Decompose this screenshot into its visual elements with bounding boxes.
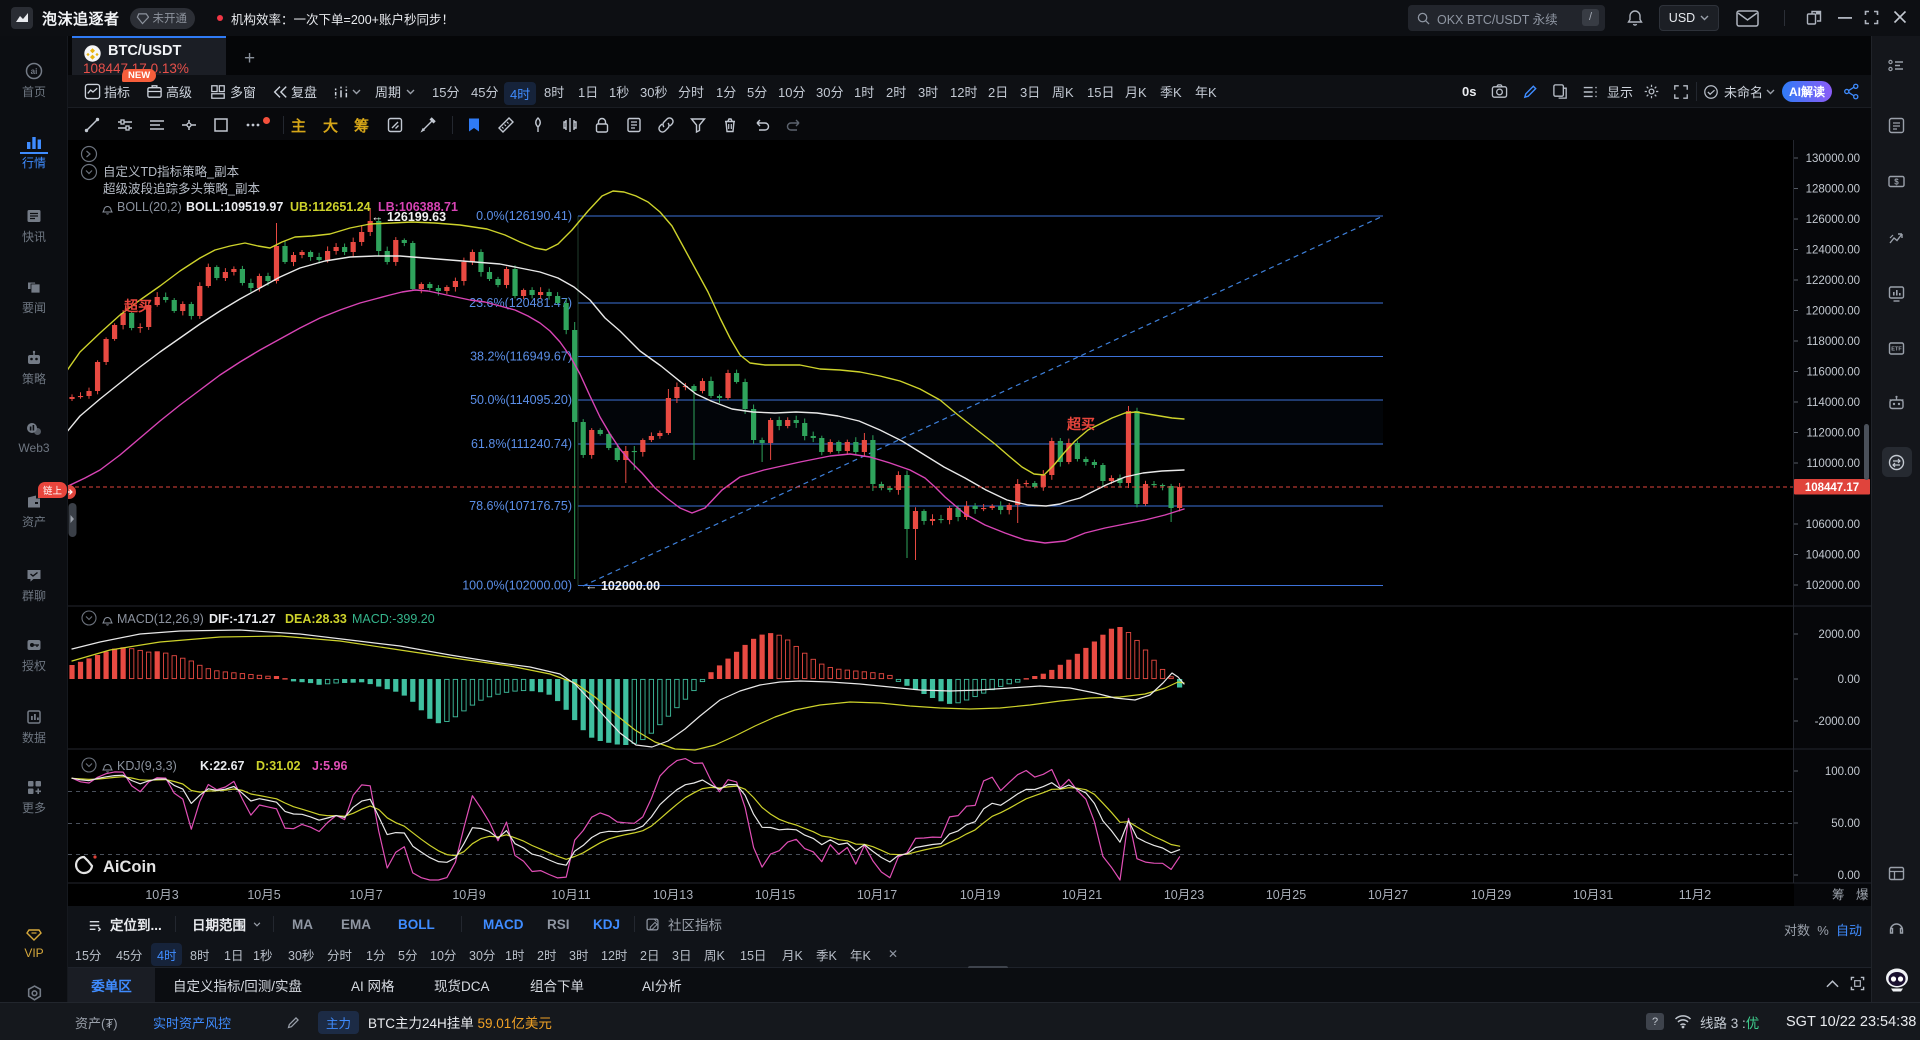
svg-text:筹: 筹	[1832, 887, 1845, 902]
svg-text:120000.00: 120000.00	[1806, 306, 1860, 318]
svg-text:10月29: 10月29	[1471, 888, 1511, 902]
svg-text:超买: 超买	[123, 298, 152, 314]
svg-text:110000.00: 110000.00	[1806, 458, 1860, 470]
svg-text:10月27: 10月27	[1368, 888, 1408, 902]
svg-text:BOLL(20,2): BOLL(20,2)	[117, 200, 182, 214]
svg-text:BOLL:109519.97: BOLL:109519.97	[186, 200, 283, 214]
svg-text:10月19: 10月19	[960, 888, 1000, 902]
svg-text:10月23: 10月23	[1164, 888, 1204, 902]
svg-text:38.2%(116949.67): 38.2%(116949.67)	[470, 350, 572, 364]
svg-text:10月3: 10月3	[145, 888, 178, 902]
svg-text:10月21: 10月21	[1062, 888, 1102, 902]
svg-text:0.00: 0.00	[1838, 870, 1860, 882]
svg-text:10月31: 10月31	[1573, 888, 1613, 902]
svg-text:MACD:-399.20: MACD:-399.20	[352, 612, 435, 626]
svg-text:10月25: 10月25	[1266, 888, 1306, 902]
svg-text:10月9: 10月9	[452, 888, 485, 902]
svg-text:LB:106388.71: LB:106388.71	[378, 200, 458, 214]
svg-text:UB:112651.24: UB:112651.24	[290, 200, 371, 214]
svg-text:11月2: 11月2	[1679, 888, 1711, 902]
svg-text:D:31.02: D:31.02	[256, 759, 301, 773]
svg-text:124000.00: 124000.00	[1806, 245, 1860, 257]
svg-text:爆: 爆	[1856, 888, 1869, 902]
svg-text:J:5.96: J:5.96	[312, 759, 347, 773]
svg-text:106000.00: 106000.00	[1806, 519, 1860, 531]
svg-text:超级波段追踪多头策略_副本: 超级波段追踪多头策略_副本	[103, 181, 260, 196]
svg-text:128000.00: 128000.00	[1806, 184, 1860, 196]
svg-text:自定义TD指标策略_副本: 自定义TD指标策略_副本	[103, 164, 240, 179]
svg-text:116000.00: 116000.00	[1806, 367, 1860, 379]
svg-text:100.00: 100.00	[1825, 766, 1860, 778]
svg-text:DEA:28.33: DEA:28.33	[285, 612, 347, 626]
svg-text:78.6%(107176.75): 78.6%(107176.75)	[469, 499, 572, 513]
svg-text:ai: ai	[31, 67, 38, 76]
svg-text:DIF:-171.27: DIF:-171.27	[209, 612, 276, 626]
svg-text:0.00: 0.00	[1838, 674, 1860, 686]
svg-text:126000.00: 126000.00	[1806, 214, 1860, 226]
svg-text:122000.00: 122000.00	[1806, 275, 1860, 287]
svg-text:104000.00: 104000.00	[1806, 550, 1860, 562]
svg-text:K:22.67: K:22.67	[200, 759, 245, 773]
svg-text:118000.00: 118000.00	[1806, 336, 1860, 348]
svg-text:10月15: 10月15	[755, 888, 795, 902]
svg-text:130000.00: 130000.00	[1806, 153, 1860, 165]
svg-text:超买: 超买	[1066, 416, 1095, 432]
svg-text:61.8%(111240.74): 61.8%(111240.74)	[471, 437, 572, 451]
svg-text:KDJ(9,3,3): KDJ(9,3,3)	[117, 759, 177, 773]
svg-text:10月11: 10月11	[551, 888, 590, 902]
svg-text:10月13: 10月13	[653, 888, 693, 902]
svg-text:MACD(12,26,9): MACD(12,26,9)	[117, 612, 204, 626]
svg-text:50.00: 50.00	[1831, 818, 1860, 830]
svg-text:$: $	[1894, 177, 1899, 186]
svg-text:10月5: 10月5	[247, 888, 280, 902]
svg-text:100.0%(102000.00): 100.0%(102000.00)	[462, 579, 572, 593]
svg-text:0.0%(126190.41): 0.0%(126190.41)	[476, 209, 572, 223]
svg-text:10月17: 10月17	[857, 888, 897, 902]
svg-text:-2000.00: -2000.00	[1815, 716, 1860, 728]
svg-text:102000.00: 102000.00	[1806, 580, 1860, 592]
svg-text:50.0%(114095.20): 50.0%(114095.20)	[470, 393, 572, 407]
svg-text:108447.17: 108447.17	[1805, 482, 1859, 494]
svg-text:2000.00: 2000.00	[1818, 629, 1860, 641]
svg-text:← 102000.00: ← 102000.00	[585, 579, 660, 593]
svg-text:ETF: ETF	[1891, 346, 1902, 352]
svg-text:114000.00: 114000.00	[1806, 397, 1860, 409]
svg-text:10月7: 10月7	[349, 888, 382, 902]
svg-text:AiCoin: AiCoin	[103, 858, 156, 876]
svg-text:112000.00: 112000.00	[1806, 428, 1860, 440]
